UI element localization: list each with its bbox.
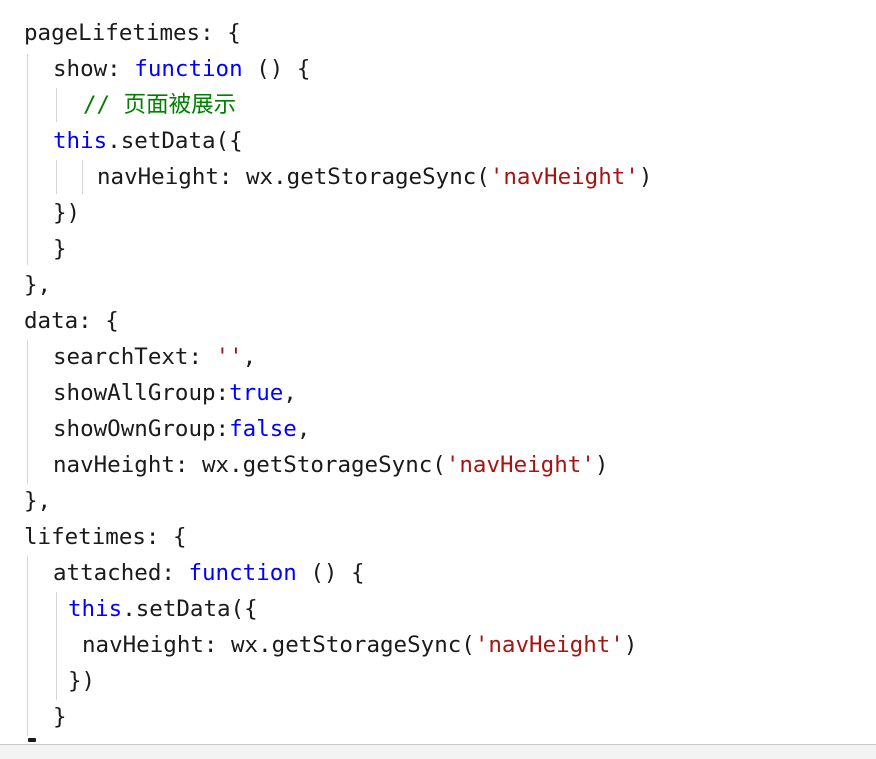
code-string: 'navHeight' [445,452,595,478]
code-token: }, [24,272,52,298]
code-line: } [53,699,67,735]
code-line: showOwnGroup:false, [53,411,310,447]
code-editor[interactable]: pageLifetimes: {show: function () {// 页面… [0,0,876,744]
code-token: showAllGroup: [53,380,230,406]
code-keyword: function [134,56,243,82]
code-string: '' [215,344,243,370]
code-line: this.setData({ [68,591,258,627]
code-line: show: function () { [53,51,310,87]
code-line: showAllGroup:true, [53,375,297,411]
code-line: // 页面被展示 [83,87,236,123]
code-token: ) [623,632,638,658]
indent-guide [27,54,28,265]
horizontal-scrollbar[interactable] [0,744,876,759]
code-string: 'navHeight' [474,632,624,658]
code-token: data: { [24,308,119,334]
code-token: searchText: [53,344,216,370]
code-token: }) [53,200,81,226]
code-token: show: [53,56,135,82]
code-token: navHeight: wx.getStorageSync( [97,164,490,190]
code-line: navHeight: wx.getStorageSync('navHeight'… [53,447,608,483]
code-token: } [53,704,67,730]
code-token: navHeight: wx.getStorageSync( [53,452,446,478]
code-token: pageLifetimes: { [24,20,241,46]
indent-guide [82,160,83,194]
code-token: () { [296,560,365,586]
code-line: this.setData({ [53,123,243,159]
code-token: navHeight: wx.getStorageSync( [82,632,475,658]
indent-guide [56,88,57,122]
indent-guide [56,160,57,194]
code-token: ) [638,164,653,190]
code-line: } [53,231,67,267]
indent-guide [27,556,28,736]
code-line: pageLifetimes: { [24,15,241,51]
code-token: showOwnGroup: [53,416,230,442]
code-keyword: this [53,128,108,154]
code-string: 'navHeight' [489,164,639,190]
code-line: navHeight: wx.getStorageSync('navHeight'… [82,627,637,663]
code-keyword: this [68,596,123,622]
code-token: }) [68,668,96,694]
code-token: , [242,344,257,370]
code-line: }) [68,663,95,699]
code-line: lifetimes: { [24,519,187,555]
code-comment: // 页面被展示 [83,92,237,118]
code-token: .setData({ [107,128,243,154]
code-line: }) [53,195,80,231]
code-token: lifetimes: { [24,524,187,550]
code-token: ) [594,452,609,478]
clipped-line-fragment [28,738,36,742]
code-line: attached: function () { [53,555,365,591]
code-token: , [296,416,311,442]
code-line: data: { [24,303,119,339]
code-token: }, [24,488,52,514]
indent-guide [27,340,28,484]
code-token: attached: [53,560,189,586]
code-keyword: function [188,560,297,586]
code-keyword: true [229,380,284,406]
code-token: .setData({ [122,596,258,622]
indent-guide [56,592,57,700]
code-line: navHeight: wx.getStorageSync('navHeight'… [97,159,652,195]
code-line: }, [24,483,51,519]
code-token: () { [242,56,311,82]
code-token: } [53,236,67,262]
code-keyword: false [229,416,297,442]
code-token: , [283,380,297,406]
code-line: }, [24,267,51,303]
code-line: searchText: '', [53,339,256,375]
